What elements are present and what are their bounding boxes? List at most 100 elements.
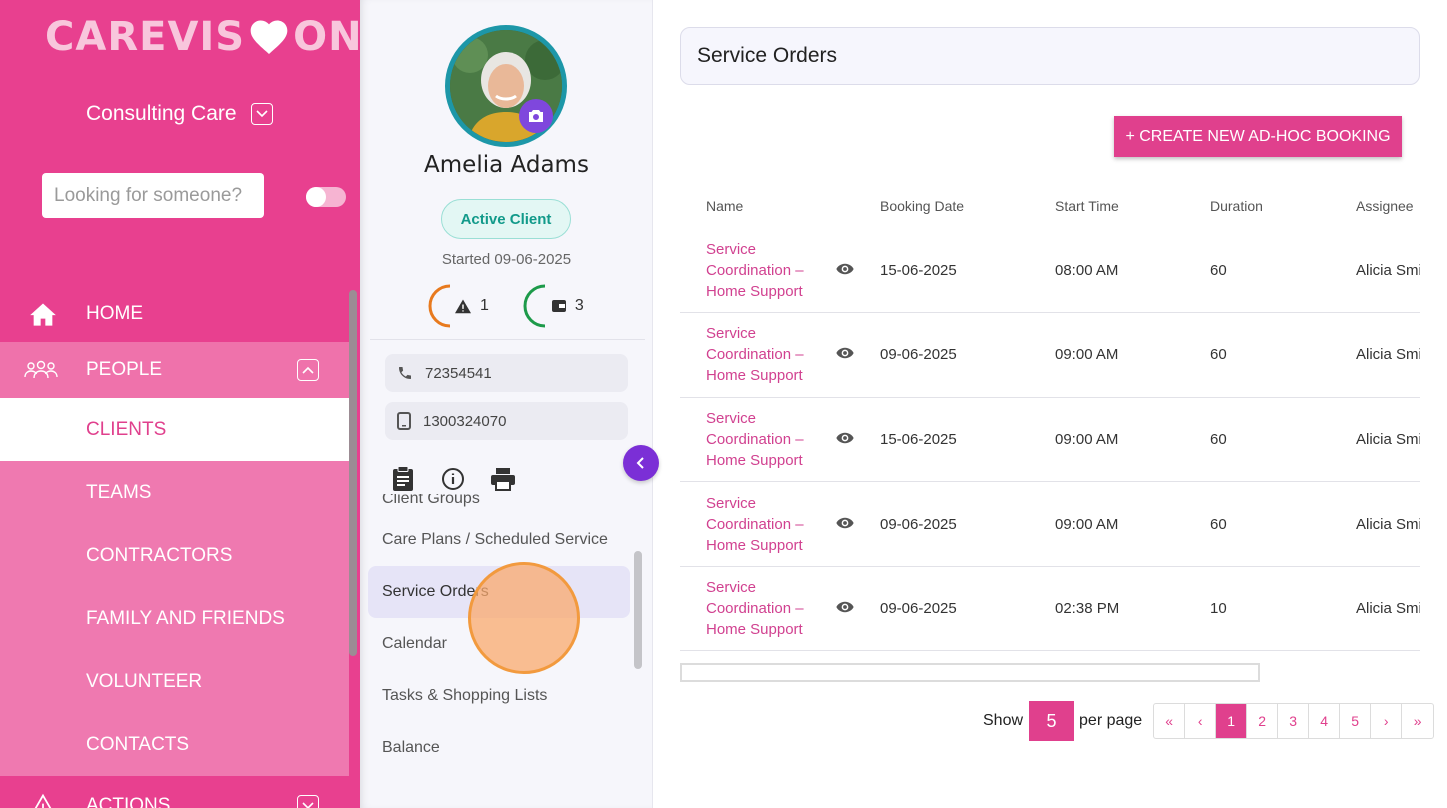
sidebar-item-label: TEAMS — [86, 481, 152, 503]
logo-text-right: ON — [293, 14, 360, 60]
sidebar-item-actions[interactable]: ACTIONS — [0, 776, 349, 808]
alerts-ring — [428, 284, 472, 328]
sidebar-item-label: CONTACTS — [86, 733, 190, 755]
menu-scrollbar[interactable] — [634, 551, 642, 669]
main-content: Service Orders + CREATE NEW AD-HOC BOOKI… — [653, 0, 1447, 808]
service-order-link[interactable]: Service Coordination – Home Support — [706, 239, 806, 302]
chevron-down-icon[interactable] — [250, 103, 273, 125]
table-horizontal-scrollbar[interactable] — [680, 663, 1260, 682]
header-assignee[interactable]: Assignee — [1356, 184, 1420, 228]
logo-text-left: CAREVIS — [45, 14, 246, 60]
table-row: Service Coordination – Home Support 15-0… — [680, 397, 1420, 483]
eye-icon[interactable] — [836, 601, 854, 613]
sidebar-item-contractors[interactable]: CONTRACTORS — [0, 524, 349, 587]
sidebar-item-clients[interactable]: CLIENTS — [0, 398, 349, 461]
menu-item-care-plans[interactable]: Care Plans / Scheduled Service — [368, 514, 630, 566]
phone-number: 72354541 — [425, 364, 492, 382]
assignee: Alicia Smi — [1356, 228, 1420, 314]
menu-item-client-groups[interactable]: Client Groups — [368, 494, 630, 514]
mobile-icon — [397, 412, 411, 430]
prev-page-button[interactable]: ‹ — [1185, 704, 1217, 738]
page-button-3[interactable]: 3 — [1278, 704, 1310, 738]
menu-item-balance[interactable]: Balance — [368, 722, 630, 774]
sidebar-item-people[interactable]: PEOPLE — [0, 342, 349, 398]
menu-item-tasks-shopping[interactable]: Tasks & Shopping Lists — [368, 670, 630, 722]
sidebar-item-label: VOLUNTEER — [86, 670, 203, 692]
sidebar-item-contacts[interactable]: CONTACTS — [0, 713, 349, 776]
search-input[interactable] — [42, 173, 264, 218]
first-page-button[interactable]: « — [1154, 704, 1186, 738]
chevron-down-icon[interactable] — [297, 795, 319, 808]
click-indicator — [468, 562, 580, 674]
page-button-2[interactable]: 2 — [1247, 704, 1279, 738]
page-title: Service Orders — [680, 27, 1420, 85]
page-button-4[interactable]: 4 — [1309, 704, 1341, 738]
heart-icon — [250, 20, 288, 55]
show-label: Show — [983, 712, 1024, 729]
booking-date: 15-06-2025 — [880, 397, 1055, 483]
warning-icon — [0, 793, 86, 808]
wallet-count: 3 — [574, 297, 584, 314]
table-row: Service Coordination – Home Support 09-0… — [680, 312, 1420, 398]
header-duration[interactable]: Duration — [1210, 184, 1356, 228]
service-order-link[interactable]: Service Coordination – Home Support — [706, 493, 806, 556]
sidebar-item-home[interactable]: HOME — [0, 286, 349, 342]
duration: 60 — [1210, 228, 1356, 314]
sidebar: CAREVIS ON Consulting Care HOME PEOPLE — [0, 0, 360, 808]
print-icon[interactable] — [490, 466, 516, 492]
carevision-logo[interactable]: CAREVIS ON — [45, 14, 360, 60]
camera-icon[interactable] — [519, 99, 553, 133]
organization-select[interactable]: Consulting Care — [86, 102, 273, 126]
mobile-number: 1300324070 — [423, 412, 507, 430]
per-page-label: per page — [1079, 712, 1143, 729]
service-order-link[interactable]: Service Coordination – Home Support — [706, 408, 806, 471]
duration: 60 — [1210, 312, 1356, 398]
alerts-counter[interactable]: 1 — [428, 284, 489, 328]
home-icon — [0, 301, 86, 327]
wallet-ring — [523, 284, 567, 328]
sidebar-item-label: PEOPLE — [86, 359, 163, 380]
start-time: 08:00 AM — [1055, 228, 1210, 314]
sidebar-item-teams[interactable]: TEAMS — [0, 461, 349, 524]
start-time: 09:00 AM — [1055, 397, 1210, 483]
wallet-counter[interactable]: 3 — [523, 284, 584, 328]
phone-field[interactable]: 72354541 — [385, 354, 628, 392]
header-name[interactable]: Name — [680, 184, 806, 228]
client-avatar — [445, 25, 567, 147]
last-page-button[interactable]: » — [1402, 704, 1433, 738]
collapse-panel-button[interactable] — [623, 445, 659, 481]
next-page-button[interactable]: › — [1371, 704, 1403, 738]
service-order-link[interactable]: Service Coordination – Home Support — [706, 323, 806, 386]
sidebar-item-volunteer[interactable]: VOLUNTEER — [0, 650, 349, 713]
eye-icon[interactable] — [836, 517, 854, 529]
divider — [370, 339, 645, 340]
sidebar-scrollbar[interactable] — [349, 290, 357, 656]
create-booking-button[interactable]: + CREATE NEW AD-HOC BOOKING — [1114, 116, 1402, 157]
duration: 60 — [1210, 397, 1356, 483]
header-booking-date[interactable]: Booking Date — [880, 184, 1055, 228]
service-order-link[interactable]: Service Coordination – Home Support — [706, 577, 806, 640]
toggle-knob — [306, 187, 326, 207]
table-row: Service Coordination – Home Support 15-0… — [680, 228, 1420, 314]
client-start-date: Started 09-06-2025 — [441, 251, 572, 268]
sidebar-toggle[interactable] — [306, 187, 346, 207]
info-icon[interactable] — [440, 466, 466, 492]
per-page-select[interactable]: 5 — [1029, 701, 1075, 741]
phone-icon — [399, 367, 411, 379]
header-start-time[interactable]: Start Time — [1055, 184, 1210, 228]
duration: 60 — [1210, 481, 1356, 567]
mobile-field[interactable]: 1300324070 — [385, 402, 628, 440]
eye-icon[interactable] — [836, 347, 854, 359]
chevron-up-icon[interactable] — [297, 359, 319, 381]
eye-icon[interactable] — [836, 432, 854, 444]
sidebar-item-family-and-friends[interactable]: FAMILY AND FRIENDS — [0, 587, 349, 650]
page-button-1[interactable]: 1 — [1216, 704, 1248, 738]
page-links: « ‹ 1 2 3 4 5 › » — [1153, 703, 1435, 739]
clipboard-icon[interactable] — [390, 466, 416, 492]
sidebar-item-label: ACTIONS — [86, 795, 171, 808]
organization-name: Consulting Care — [86, 102, 237, 125]
start-time: 09:00 AM — [1055, 312, 1210, 398]
eye-icon[interactable] — [836, 263, 854, 275]
start-time: 09:00 AM — [1055, 481, 1210, 567]
page-button-5[interactable]: 5 — [1340, 704, 1372, 738]
